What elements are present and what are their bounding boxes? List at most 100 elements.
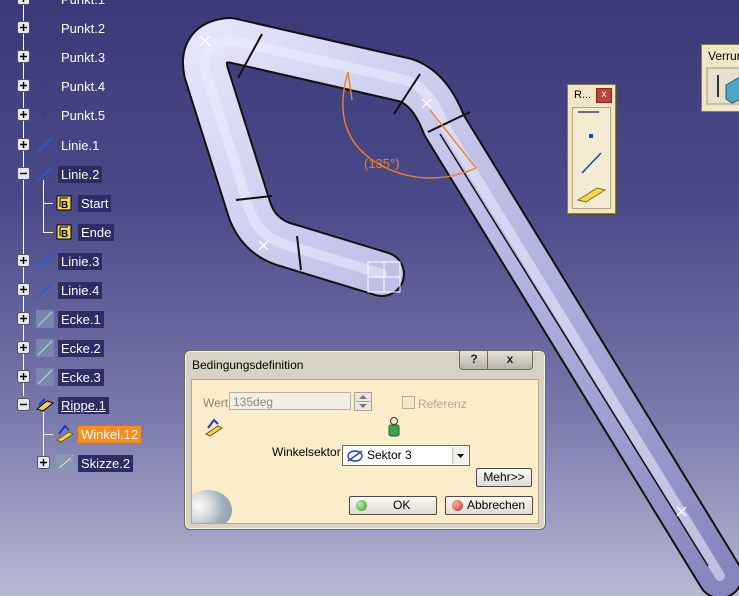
svg-text:B: B: [61, 200, 68, 211]
tree-item-label: Punkt.1: [58, 0, 108, 8]
vertex-icon: B: [56, 224, 72, 240]
corner-icon: [36, 368, 54, 386]
tree-item-label: Start: [78, 194, 112, 212]
cancel-button[interactable]: Abbrechen: [445, 496, 533, 515]
tree-item[interactable]: Linie.1: [58, 134, 102, 156]
ok-label: OK: [393, 498, 411, 512]
tree-item-label: Punkt.4: [61, 78, 106, 94]
close-button[interactable]: x: [487, 351, 533, 370]
tree-item-label: Linie.3: [58, 252, 103, 270]
help-button[interactable]: ?: [459, 351, 489, 370]
tree-item-label: Ende: [78, 223, 115, 241]
corner-icon: [36, 339, 54, 357]
angle-dimension-label: (135°): [364, 156, 400, 171]
constraint-definition-dialog: Bedingungsdefinition ? x Wert 135deg Ref…: [184, 350, 546, 530]
angle-sector-value: Sektor 3: [367, 448, 412, 462]
point-icon: [43, 84, 46, 87]
dialog-title: Bedingungsdefinition: [192, 358, 304, 372]
decorative-globe-icon: [192, 490, 232, 523]
point-icon: [43, 55, 46, 58]
chevron-down-icon[interactable]: [452, 447, 468, 464]
tree-item[interactable]: Rippe.1: [58, 394, 109, 416]
tree-item[interactable]: Ecke.3: [58, 366, 104, 388]
expand-icon[interactable]: [17, 0, 30, 5]
tree-item-label: Ecke.1: [58, 310, 104, 328]
tree-item[interactable]: Linie.2: [58, 163, 103, 185]
tree-item[interactable]: Skizze.2: [78, 452, 134, 474]
line-icon: [37, 253, 53, 269]
more-button[interactable]: Mehr>>: [476, 468, 532, 487]
sketch-icon: [56, 454, 74, 472]
value-label: Wert: [203, 396, 229, 410]
cancel-icon: [452, 500, 463, 511]
fillet-tool-icon[interactable]: [706, 67, 739, 107]
tree-item[interactable]: Punkt.3: [58, 46, 108, 68]
tree-item-label: Skizze.2: [78, 454, 134, 472]
toolbar-verrun[interactable]: Verrun: [701, 44, 739, 112]
tree-item[interactable]: Ecke.1: [58, 308, 104, 330]
angle-sector-select[interactable]: Sektor 3: [342, 445, 470, 466]
expand-icon[interactable]: [17, 283, 30, 296]
expand-icon[interactable]: [37, 456, 50, 469]
sector-icon: [347, 450, 363, 462]
tree-item[interactable]: Punkt.4: [58, 75, 108, 97]
tree-item[interactable]: Punkt.2: [58, 17, 108, 39]
expand-icon[interactable]: [17, 79, 30, 92]
reference-checkbox[interactable]: [402, 396, 415, 409]
ok-icon: [356, 500, 367, 511]
rib-icon: [35, 398, 55, 412]
expand-icon[interactable]: [17, 312, 30, 325]
tree-item[interactable]: Punkt.5: [58, 104, 108, 126]
expand-icon[interactable]: [17, 50, 30, 63]
tree-item[interactable]: Punkt.1: [58, 0, 108, 10]
tree-item[interactable]: Start: [78, 192, 112, 214]
collapse-icon[interactable]: [17, 398, 30, 411]
value-input[interactable]: 135deg: [229, 392, 351, 410]
tree-item-label: Linie.4: [58, 281, 103, 299]
line-icon: [37, 137, 53, 153]
line-icon: [37, 282, 53, 298]
expand-icon[interactable]: [17, 21, 30, 34]
expand-icon[interactable]: [17, 341, 30, 354]
angle-constraint-icon: [205, 418, 223, 437]
tree-item[interactable]: Linie.4: [58, 279, 103, 301]
line-tool-icon: [581, 152, 602, 174]
tree-item-label: Punkt.3: [61, 49, 106, 65]
corner-icon: [36, 310, 54, 328]
point-icon: [43, 113, 46, 116]
tree-item[interactable]: Winkel.12: [78, 423, 142, 445]
tree-item-label: Rippe.1: [58, 396, 109, 414]
expand-icon[interactable]: [17, 370, 30, 383]
expand-icon[interactable]: [17, 138, 30, 151]
collapse-icon[interactable]: [17, 167, 30, 180]
tree-item[interactable]: Ende: [78, 221, 115, 243]
tree-item-label: Ecke.3: [58, 368, 104, 386]
svg-text:B: B: [61, 229, 68, 240]
expand-icon[interactable]: [17, 108, 30, 121]
toolbar-r-body: [572, 107, 611, 209]
toolbar-r[interactable]: R... x: [567, 84, 616, 214]
tree-item-label: Punkt.2: [61, 20, 106, 36]
constraint-status-icon: [388, 417, 400, 437]
angle-sector-label: Winkelsektor: [272, 445, 341, 459]
ok-button[interactable]: OK: [349, 496, 437, 515]
value-spinner[interactable]: [354, 392, 372, 411]
tree-item[interactable]: Ecke.2: [58, 337, 104, 359]
toolbar-r-close-button[interactable]: x: [596, 88, 612, 103]
tree-item-label: Linie.1: [61, 137, 100, 153]
tree-item[interactable]: Linie.3: [58, 250, 103, 272]
point-tool-icon: [589, 134, 593, 138]
tree-item-label: Winkel.12: [78, 425, 142, 443]
plane-tool-icon: [576, 187, 607, 203]
tree-item-label: Ecke.2: [58, 339, 104, 357]
vertex-icon: B: [56, 195, 72, 211]
toolbar-verrun-title: Verrun: [708, 49, 739, 63]
reference-label: Referenz: [418, 397, 467, 411]
expand-icon[interactable]: [17, 254, 30, 267]
tree-item-label: Linie.2: [58, 165, 103, 183]
line-icon: [37, 166, 53, 182]
tree-item-label: Punkt.5: [61, 107, 106, 123]
angle-constraint-icon: [56, 424, 74, 443]
point-icon: [43, 26, 46, 29]
dialog-body: Wert 135deg Referenz Winkelsektor Sektor: [191, 379, 539, 524]
